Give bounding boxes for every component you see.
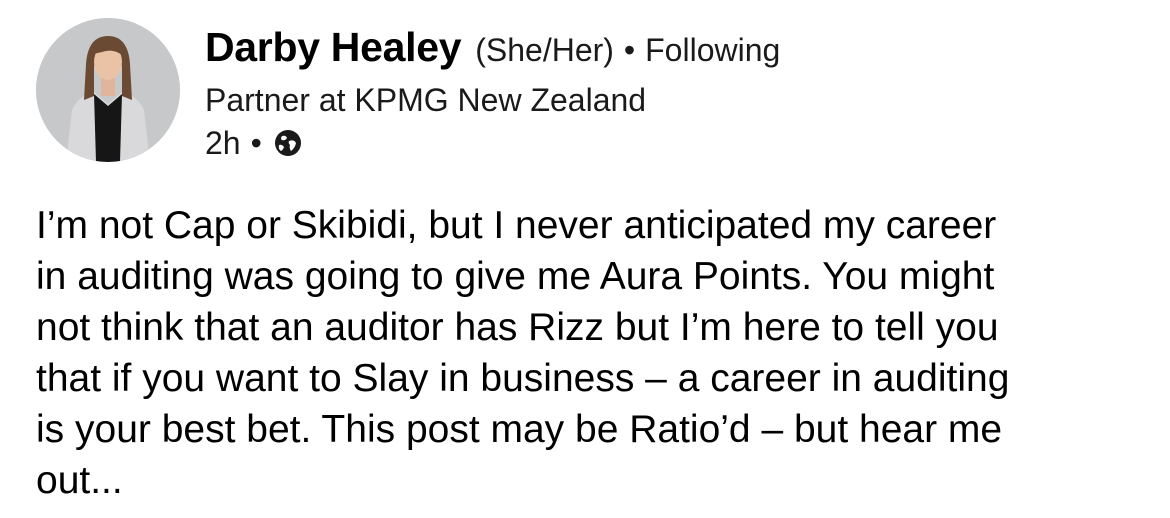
post-text-line: out... <box>36 459 123 502</box>
post-text-line: is your best bet. This post may be Ratio… <box>36 408 1003 451</box>
author-name[interactable]: Darby Healey <box>205 24 462 71</box>
post-text-line: not think that an auditor has Rizz but I… <box>36 306 999 349</box>
post-timestamp[interactable]: 2h <box>205 125 241 162</box>
post-text-line: I’m not Cap or Skibidi, but I never anti… <box>36 204 997 247</box>
post-meta: 2h • <box>205 123 1145 163</box>
globe-icon <box>272 127 304 159</box>
post-text-line: in auditing was going to give me Aura Po… <box>36 255 995 298</box>
author-avatar[interactable] <box>36 18 180 162</box>
separator-dot: • <box>250 124 262 161</box>
separator-dot: • <box>623 32 636 68</box>
post-text-line: that if you want to Slay in business – a… <box>36 357 1010 400</box>
author-name-line: Darby Healey (She/Her) • Following <box>205 24 1145 76</box>
post-text: I’m not Cap or Skibidi, but I never anti… <box>36 200 1146 506</box>
follow-status[interactable]: Following <box>645 32 780 69</box>
profile-photo <box>36 18 180 162</box>
post-card: Darby Healey (She/Her) • Following Partn… <box>0 0 1170 518</box>
author-pronouns: (She/Her) <box>475 32 614 68</box>
author-headline: Partner at KPMG New Zealand <box>205 82 647 118</box>
post-header: Darby Healey (She/Her) • Following Partn… <box>205 24 1145 163</box>
